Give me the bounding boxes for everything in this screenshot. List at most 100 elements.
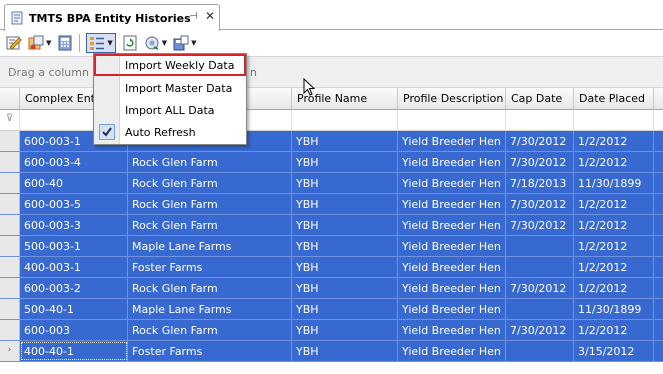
row-indicator[interactable] [0, 215, 20, 235]
cell-profile-description[interactable]: Yield Breeder Hen [398, 299, 506, 319]
cell-complex-entity[interactable]: 400-40-1 [20, 341, 128, 361]
row-indicator[interactable] [0, 299, 20, 319]
cell-cap-date[interactable] [506, 341, 574, 361]
import-dropdown-button[interactable]: ▼ [86, 33, 116, 53]
row-indicator[interactable] [0, 257, 20, 277]
cell-date-placed[interactable]: 1/2/2012 [574, 215, 654, 235]
cell-profile-name[interactable]: YBH [292, 257, 398, 277]
close-icon[interactable]: ✕ [205, 9, 215, 23]
cell-complex-entity[interactable]: 600-003-5 [20, 194, 128, 214]
edit-button[interactable] [6, 33, 22, 53]
table-row[interactable]: 500-003-1 Maple Lane Farms YBH Yield Breede… [0, 236, 663, 257]
cell-farm-name[interactable]: Maple Lane Farms [128, 236, 292, 256]
filter-cell[interactable] [292, 110, 398, 130]
cell-profile-description[interactable]: Yield Breeder Hen [398, 320, 506, 340]
cell-cap-date[interactable]: 7/30/2012 [506, 215, 574, 235]
cell-farm-name[interactable]: Rock Glen Farm [128, 278, 292, 298]
cell-complex-entity[interactable]: 600-40 [20, 173, 128, 193]
cell-profile-name[interactable]: YBH [292, 299, 398, 319]
cell-date-placed[interactable]: 1/2/2012 [574, 320, 654, 340]
export-dropdown-button[interactable]: ▼ [173, 33, 197, 53]
cell-profile-description[interactable]: Yield Breeder Hen [398, 278, 506, 298]
filter-cell[interactable] [506, 110, 574, 130]
cell-complex-entity[interactable]: 500-003-1 [20, 236, 128, 256]
cell-profile-description[interactable]: Yield Breeder Hen [398, 236, 506, 256]
menu-item-import-master-data[interactable]: Import Master Data [94, 77, 246, 99]
cell-date-placed[interactable]: 3/15/2012 [574, 341, 654, 361]
refresh-button[interactable] [122, 33, 138, 53]
cell-complex-entity[interactable]: 600-003-2 [20, 278, 128, 298]
cell-complex-entity[interactable]: 600-003-4 [20, 152, 128, 172]
cell-cap-date[interactable]: 7/30/2012 [506, 131, 574, 151]
row-indicator[interactable] [0, 194, 20, 214]
cell-cap-date[interactable]: 7/30/2012 [506, 194, 574, 214]
cell-farm-name[interactable]: Rock Glen Farm [128, 215, 292, 235]
row-indicator[interactable] [0, 236, 20, 256]
options-dropdown-button[interactable]: ▼ [144, 33, 167, 53]
cell-profile-description[interactable]: Yield Breeder Hen [398, 152, 506, 172]
cell-cap-date[interactable]: 7/30/2012 [506, 278, 574, 298]
cell-cap-date[interactable] [506, 257, 574, 277]
cell-farm-name[interactable]: Rock Glen Farm [128, 194, 292, 214]
cell-date-placed[interactable]: 1/2/2012 [574, 131, 654, 151]
cell-date-placed[interactable]: 1/2/2012 [574, 194, 654, 214]
column-header-profile-description[interactable]: Profile Description [398, 88, 506, 109]
cell-profile-name[interactable]: YBH [292, 152, 398, 172]
menu-item-import-all-data[interactable]: Import ALL Data [94, 99, 246, 121]
cell-profile-description[interactable]: Yield Breeder Hen [398, 257, 506, 277]
cell-cap-date[interactable]: 7/30/2012 [506, 320, 574, 340]
column-header-cap-date[interactable]: Cap Date [506, 88, 574, 109]
cell-date-placed[interactable]: 1/2/2012 [574, 236, 654, 256]
table-row[interactable]: 400-003-1 Foster Farms YBH Yield Breeder He… [0, 257, 663, 278]
cell-farm-name[interactable]: Rock Glen Farm [128, 152, 292, 172]
cell-profile-name[interactable]: YBH [292, 173, 398, 193]
cell-date-placed[interactable]: 11/30/1899 [574, 173, 654, 193]
filter-cell[interactable] [574, 110, 654, 130]
table-row[interactable]: 500-40-1 Maple Lane Farms YBH Yield Breeder… [0, 299, 663, 320]
cell-date-placed[interactable]: 11/30/1899 [574, 299, 654, 319]
cell-cap-date[interactable]: 7/18/2013 [506, 173, 574, 193]
table-row[interactable]: 600-003-2 Rock Glen Farm YBH Yield Breeder … [0, 278, 663, 299]
cell-cap-date[interactable]: 7/30/2012 [506, 152, 574, 172]
cell-complex-entity[interactable]: 500-40-1 [20, 299, 128, 319]
row-indicator[interactable]: › [0, 341, 20, 361]
cell-profile-name[interactable]: YBH [292, 131, 398, 151]
row-indicator[interactable] [0, 278, 20, 298]
filter-cell[interactable] [398, 110, 506, 130]
cell-farm-name[interactable]: Foster Farms [128, 341, 292, 361]
cell-farm-name[interactable]: Rock Glen Farm [128, 320, 292, 340]
cell-profile-name[interactable]: YBH [292, 236, 398, 256]
pin-icon[interactable]: ⊣ [189, 11, 198, 22]
cell-profile-name[interactable]: YBH [292, 320, 398, 340]
row-indicator[interactable] [0, 152, 20, 172]
cell-farm-name[interactable]: Rock Glen Farm [128, 173, 292, 193]
cell-date-placed[interactable]: 1/2/2012 [574, 257, 654, 277]
cell-complex-entity[interactable]: 600-003 [20, 320, 128, 340]
table-row[interactable]: 600-003-5 Rock Glen Farm YBH Yield Breeder … [0, 194, 663, 215]
tab-entity-histories[interactable]: TMTS BPA Entity Histories ⊣ ✕ [4, 4, 220, 31]
cell-cap-date[interactable] [506, 299, 574, 319]
calculator-button[interactable] [57, 33, 73, 53]
row-indicator[interactable] [0, 131, 20, 151]
cell-date-placed[interactable]: 1/2/2012 [574, 278, 654, 298]
column-header-date-placed[interactable]: Date Placed [574, 88, 654, 109]
table-row[interactable]: 600-40 Rock Glen Farm YBH Yield Breeder Hen… [0, 173, 663, 194]
row-indicator[interactable] [0, 320, 20, 340]
cell-farm-name[interactable]: Foster Farms [128, 257, 292, 277]
menu-item-import-weekly-data[interactable]: Import Weekly Data [94, 54, 246, 76]
cell-complex-entity[interactable]: 400-003-1 [20, 257, 128, 277]
cell-profile-name[interactable]: YBH [292, 215, 398, 235]
layout-dropdown-button[interactable]: ▼ [28, 33, 51, 53]
table-row[interactable]: 600-003-3 Rock Glen Farm YBH Yield Breeder … [0, 215, 663, 236]
cell-date-placed[interactable]: 1/2/2012 [574, 152, 654, 172]
cell-complex-entity[interactable]: 600-003-3 [20, 215, 128, 235]
cell-farm-name[interactable]: Maple Lane Farms [128, 299, 292, 319]
cell-profile-description[interactable]: Yield Breeder Hen [398, 194, 506, 214]
row-indicator[interactable] [0, 173, 20, 193]
cell-profile-description[interactable]: Yield Breeder Hen [398, 341, 506, 361]
cell-profile-name[interactable]: YBH [292, 278, 398, 298]
menu-item-auto-refresh[interactable]: Auto Refresh [94, 121, 246, 143]
cell-profile-description[interactable]: Yield Breeder Hen [398, 173, 506, 193]
table-row[interactable]: › 400-40-1 Foster Farms YBH Yield Breeder He… [0, 341, 663, 362]
cell-profile-description[interactable]: Yield Breeder Hen [398, 131, 506, 151]
